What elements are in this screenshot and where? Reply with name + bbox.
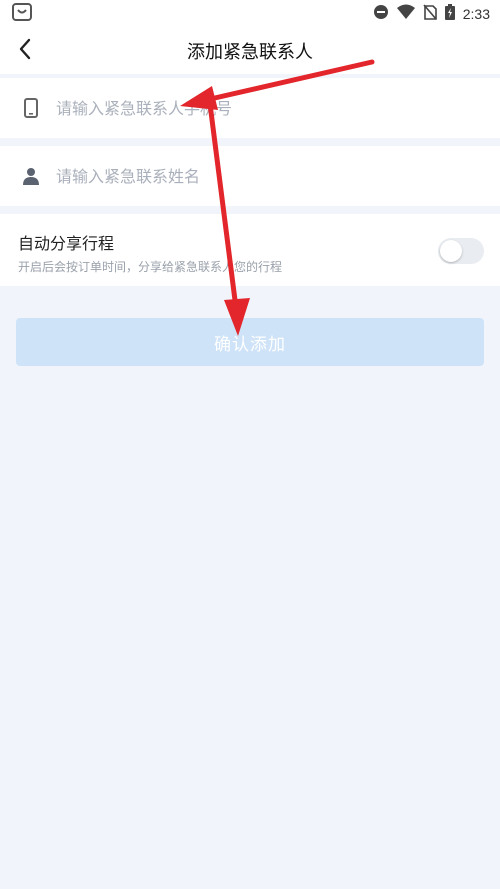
status-icons: 2:33: [373, 4, 490, 24]
name-input[interactable]: [56, 166, 456, 186]
person-icon: [20, 165, 42, 187]
battery-charging-icon: [444, 4, 455, 24]
back-arrow-icon: [18, 38, 32, 64]
page-title: 添加紧急联系人: [187, 42, 313, 63]
confirm-add-button[interactable]: 确认添加: [16, 318, 484, 366]
auto-share-title: 自动分享行程: [18, 234, 115, 253]
auto-share-description: 开启后会按订单时间，分享给紧急联系人您的行程: [18, 260, 283, 274]
do-not-disturb-icon: [373, 4, 389, 24]
wifi-icon: [396, 4, 415, 24]
toggle-knob: [440, 240, 462, 262]
auto-share-toggle[interactable]: [438, 238, 484, 264]
phone-input[interactable]: [56, 98, 456, 118]
phone-icon: [20, 97, 42, 119]
name-field-row: [0, 146, 500, 206]
back-button[interactable]: [12, 38, 38, 64]
no-sim-icon: [423, 4, 437, 24]
auto-share-section: 自动分享行程 开启后会按订单时间，分享给紧急联系人您的行程: [0, 214, 500, 286]
status-time: 2:33: [462, 6, 490, 22]
phone-field-row: [0, 78, 500, 138]
header: 添加紧急联系人: [0, 28, 500, 74]
status-bar: 2:33: [0, 0, 500, 28]
app-notification-icon: [12, 3, 32, 25]
